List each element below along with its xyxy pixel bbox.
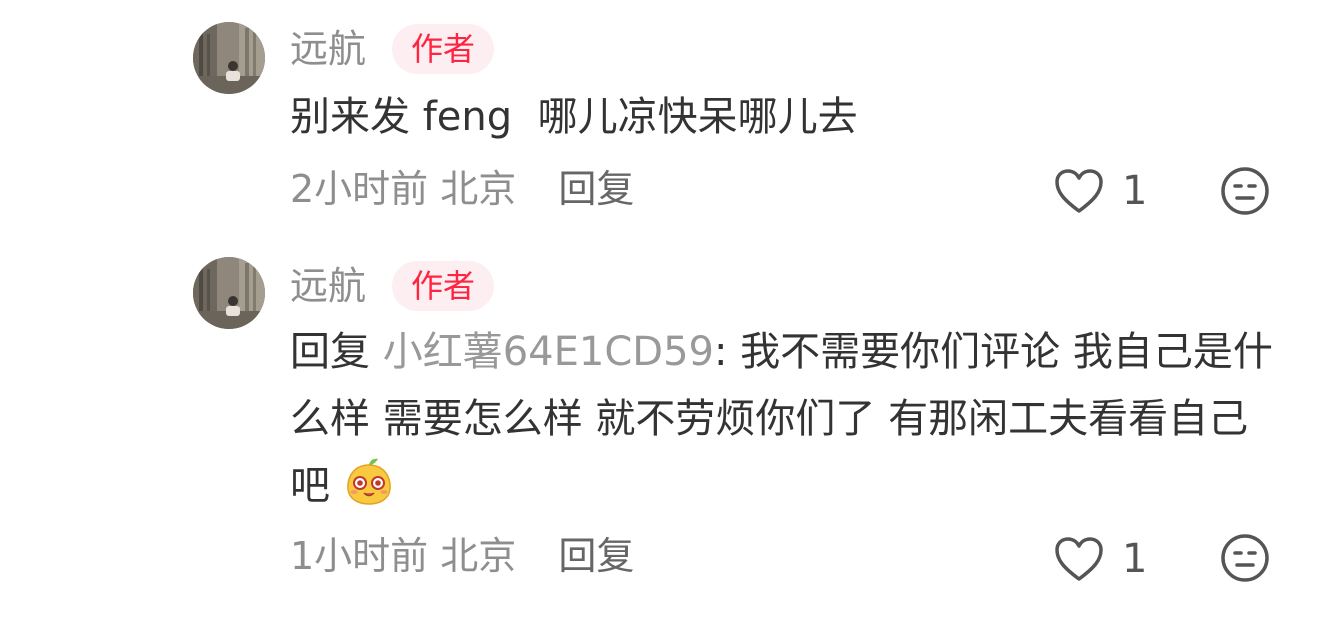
comment-location: 北京 <box>440 534 517 578</box>
neutral-face-icon <box>1221 167 1269 215</box>
mention-link[interactable]: 小红薯64E1CD59 <box>383 329 714 375</box>
comment-location: 北京 <box>440 167 517 211</box>
author-name[interactable]: 远航 <box>290 262 366 310</box>
comment-meta: 1小时前 北京 回复 <box>290 532 634 580</box>
heart-outline-icon <box>1055 537 1103 581</box>
avatar[interactable] <box>193 257 265 329</box>
author-badge: 作者 <box>392 24 494 74</box>
comment-time: 1小时前 <box>290 534 429 578</box>
dislike-button[interactable] <box>1220 166 1270 216</box>
reply-prefix: 回复 <box>290 329 370 375</box>
neutral-face-icon <box>1221 534 1269 582</box>
like-button[interactable]: 1 <box>1054 167 1147 215</box>
like-button[interactable]: 1 <box>1054 535 1147 583</box>
avatar[interactable] <box>193 22 265 94</box>
comment-text: 别来发 feng 哪儿凉快呆哪儿去 <box>290 94 858 140</box>
comment-text: 回复 小红薯64E1CD59: 我不需要你们评论 我自己是什么样 需要怎么样 就… <box>290 319 1280 520</box>
comment-meta: 2小时前 北京 回复 <box>290 165 634 213</box>
mango-face-emoji <box>344 457 394 507</box>
like-count: 1 <box>1122 168 1148 214</box>
dislike-button[interactable] <box>1220 533 1270 583</box>
comment-time: 2小时前 <box>290 167 429 211</box>
author-badge: 作者 <box>392 261 494 311</box>
heart-outline-icon <box>1055 169 1103 213</box>
like-count: 1 <box>1122 536 1148 582</box>
reply-button[interactable]: 回复 <box>558 534 634 578</box>
author-name[interactable]: 远航 <box>290 25 366 73</box>
reply-button[interactable]: 回复 <box>558 167 634 211</box>
